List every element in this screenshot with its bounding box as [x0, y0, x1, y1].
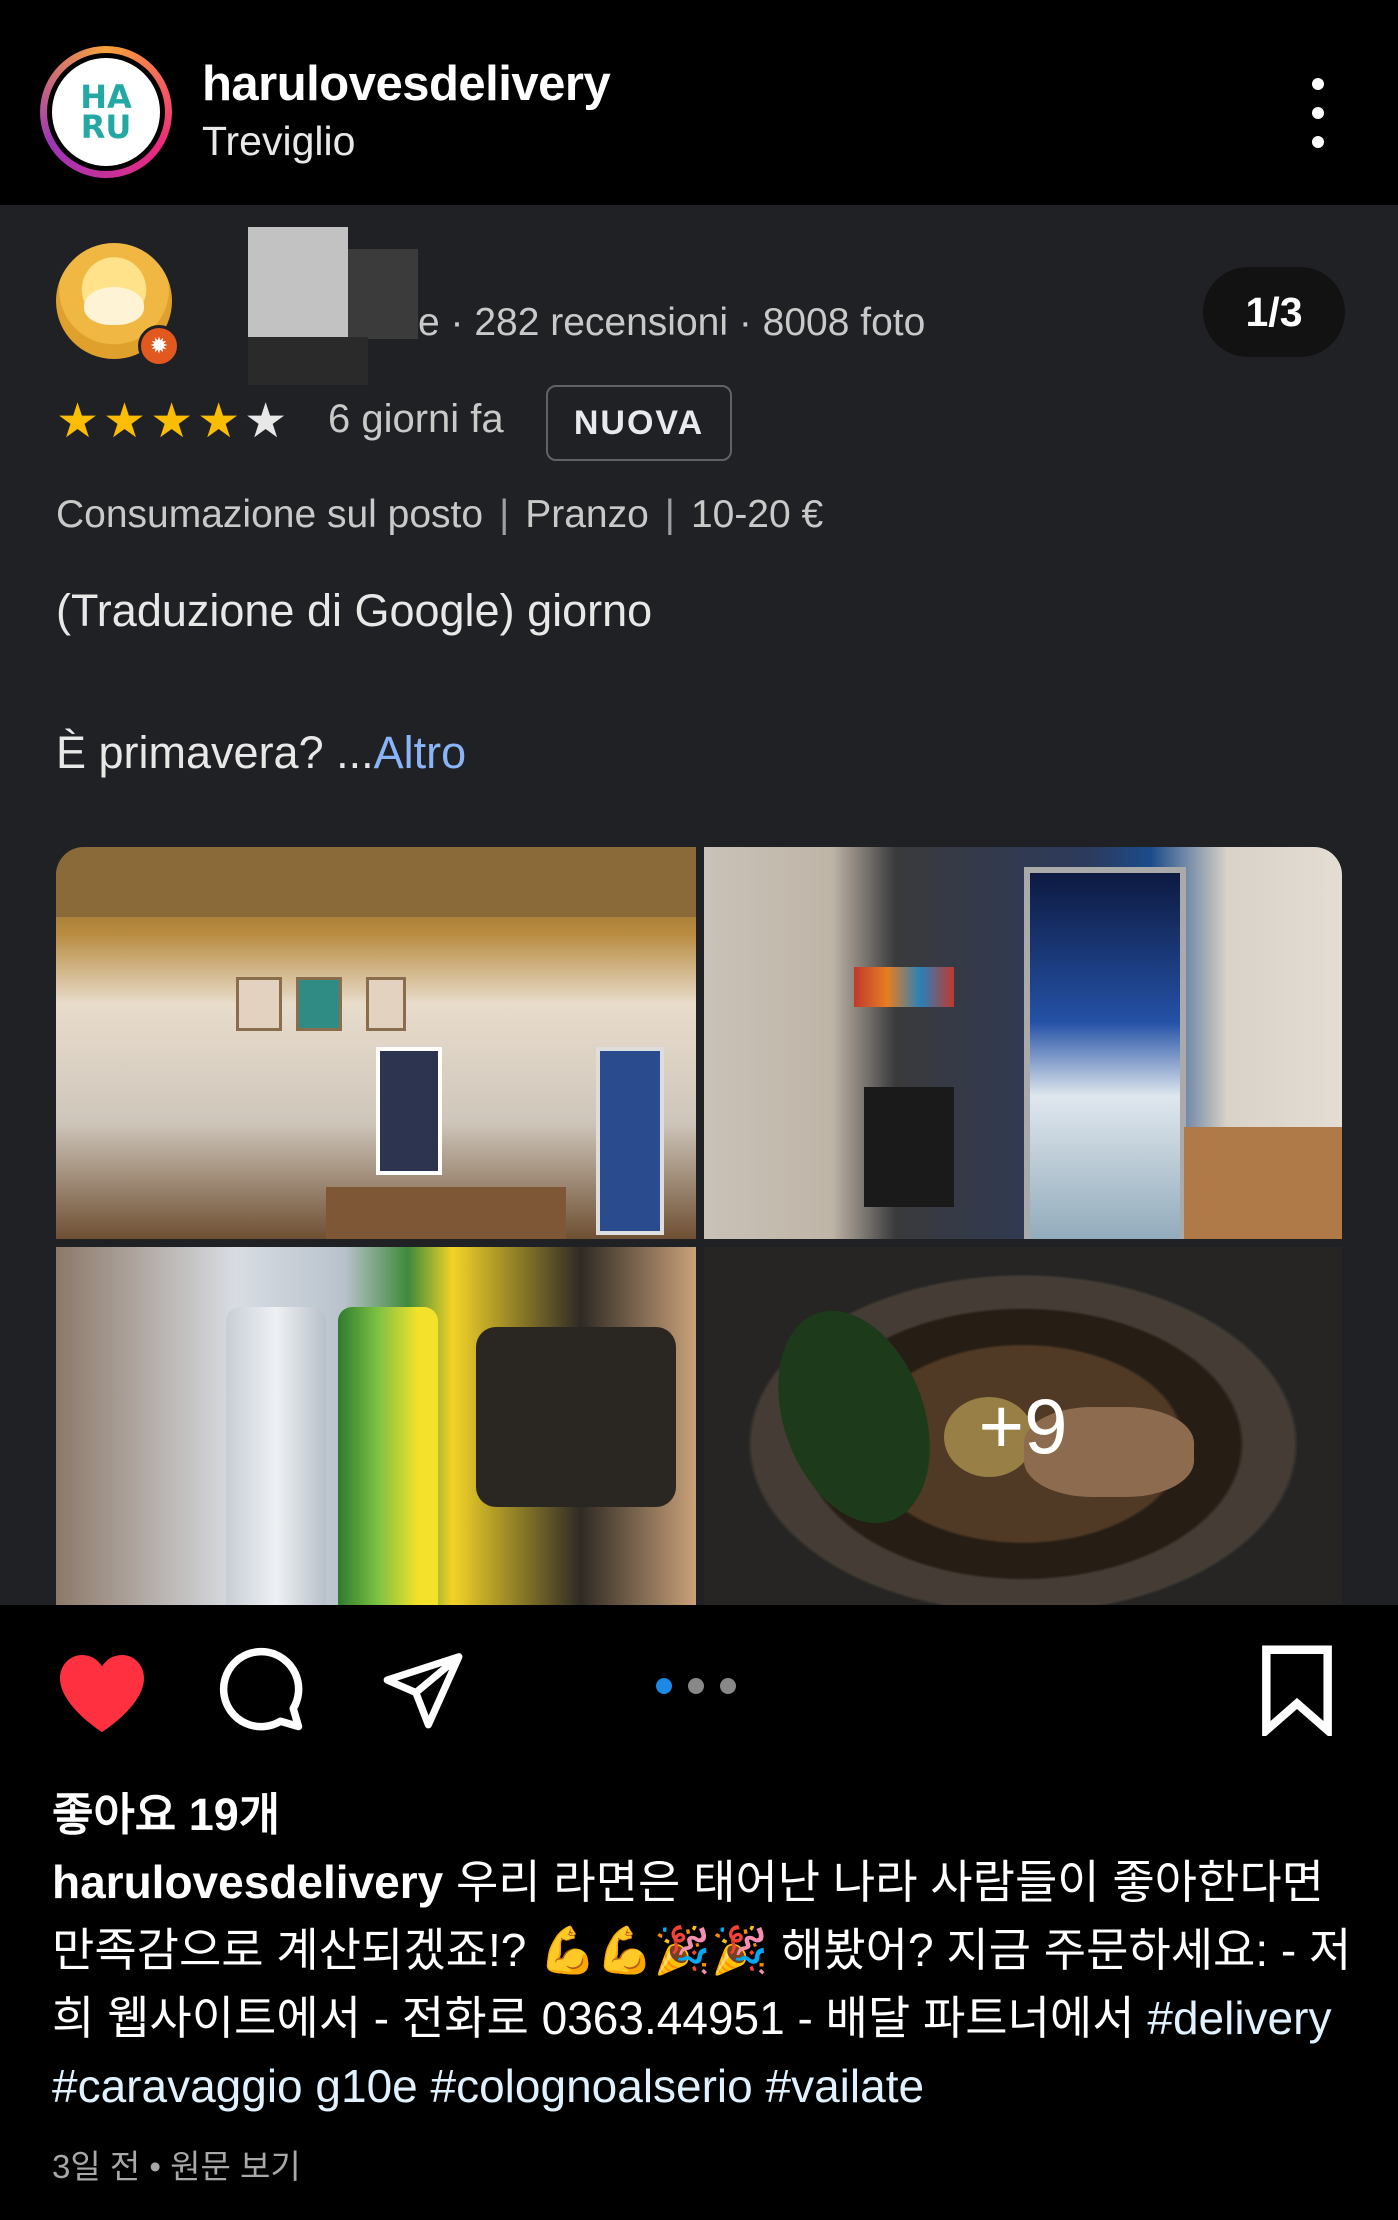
heart-filled-icon[interactable] — [56, 1650, 148, 1734]
star-filled-icon: ★ — [197, 395, 241, 448]
instagram-post: HA RU harulovesdelivery Treviglio ✹ e · … — [0, 0, 1398, 2220]
star-filled-icon: ★ — [56, 395, 100, 448]
likes-count[interactable]: 좋아요 19개 — [52, 1778, 280, 1843]
bookmark-icon[interactable] — [1258, 1644, 1336, 1736]
review-tags: Consumazione sul posto | Pranzo | 10-20 € — [56, 493, 824, 536]
haru-logo: HA RU — [52, 58, 160, 166]
star-filled-icon: ★ — [103, 395, 147, 448]
more-link[interactable]: Altro — [374, 727, 467, 778]
paper-plane-icon[interactable] — [380, 1646, 466, 1732]
post-username[interactable]: harulovesdelivery — [202, 56, 611, 112]
carousel-indicator — [656, 1678, 736, 1694]
rating-stars: ★ ★ ★ ★ ★ — [56, 393, 287, 449]
restaurant-interior-photo — [56, 847, 696, 1239]
tag-dining: Consumazione sul posto — [56, 493, 484, 536]
reviewer-meta: e · 282 recensioni · 8008 foto — [418, 301, 926, 344]
comment-icon[interactable] — [216, 1644, 306, 1734]
review-text-line-2: È primavera? ...Altro — [56, 727, 467, 778]
review-date: 6 giorni fa — [328, 397, 504, 441]
post-location[interactable]: Treviglio — [202, 118, 355, 165]
more-photos-count: +9 — [978, 1381, 1068, 1470]
caption-username[interactable]: harulovesdelivery — [52, 1856, 443, 1908]
blurred-reviewer-name — [248, 219, 418, 399]
more-vertical-icon[interactable] — [1300, 78, 1336, 148]
ramen-bowl-photo[interactable]: +9 — [704, 1247, 1342, 1605]
review-photo-grid: +9 — [56, 847, 1342, 1605]
carousel-dot — [656, 1678, 672, 1694]
star-empty-icon: ★ — [244, 395, 288, 448]
tag-price: 10-20 € — [690, 493, 824, 536]
star-filled-icon: ★ — [150, 395, 194, 448]
tag-meal: Pranzo — [525, 493, 649, 536]
post-caption: harulovesdelivery 우리 라면은 태어난 나라 사람들이 좋아한… — [52, 1848, 1352, 2120]
carousel-page-counter: 1/3 — [1203, 267, 1345, 357]
post-media[interactable]: ✹ e · 282 recensioni · 8008 foto 1/3 ★ ★ ★… — [0, 205, 1398, 1605]
reviewer-avatar: ✹ — [56, 243, 180, 367]
drinks-fridge-photo — [704, 847, 1342, 1239]
profile-avatar[interactable]: HA RU — [40, 46, 172, 178]
post-timestamp[interactable]: 3일 전 • 원문 보기 — [52, 2140, 301, 2188]
carousel-dot — [720, 1678, 736, 1694]
drink-cans-photo — [56, 1247, 696, 1605]
post-header: HA RU harulovesdelivery Treviglio — [0, 0, 1398, 205]
new-badge: NUOVA — [546, 385, 732, 461]
review-text-line-1: (Traduzione di Google) giorno — [56, 585, 653, 636]
carousel-dot — [688, 1678, 704, 1694]
local-guide-badge-icon: ✹ — [138, 325, 180, 367]
